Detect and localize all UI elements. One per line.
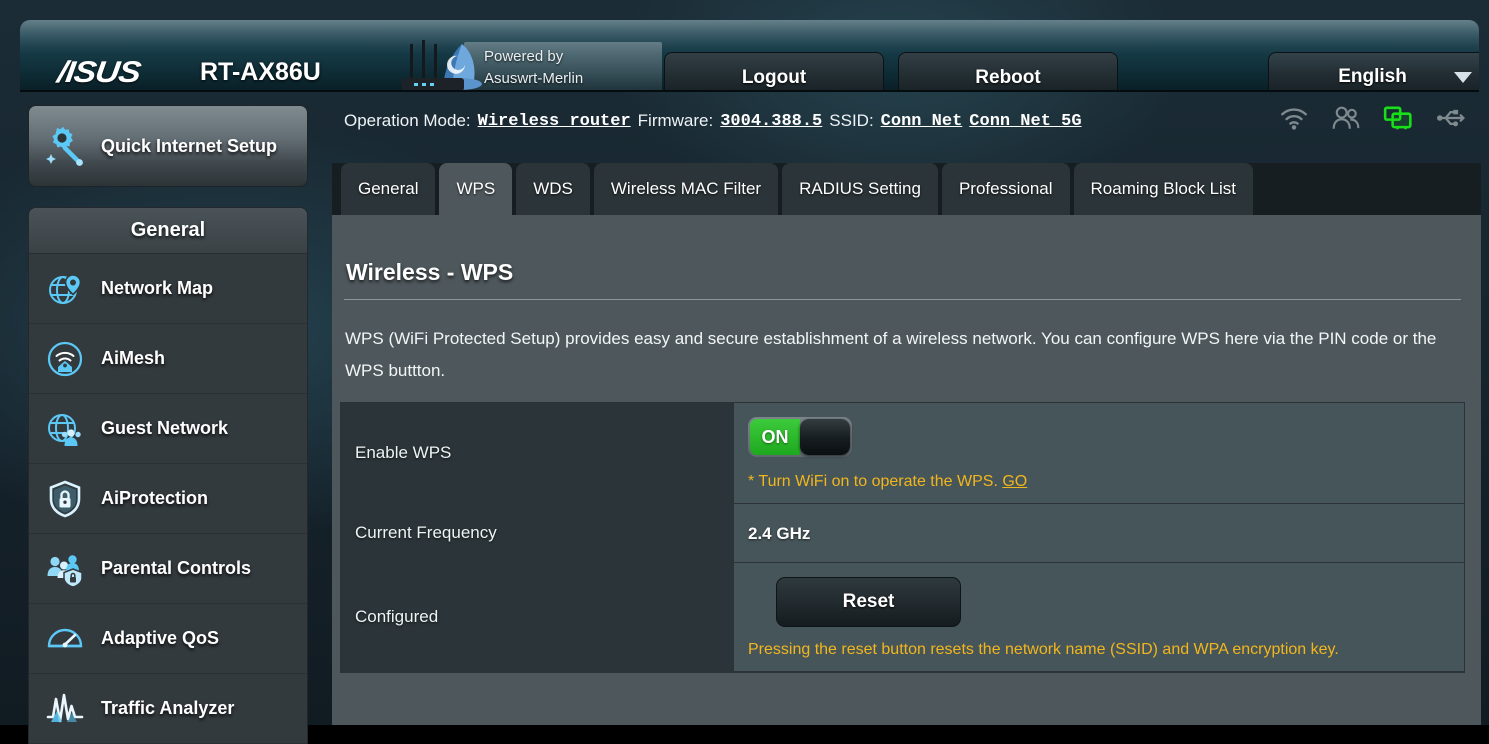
title-divider <box>344 299 1461 300</box>
tab-wireless-mac-filter[interactable]: Wireless MAC Filter <box>593 163 779 215</box>
quick-internet-setup-button[interactable]: Quick Internet Setup <box>28 105 308 187</box>
sidebar-item-parental-controls[interactable]: Parental Controls <box>29 534 307 604</box>
wifi-icon[interactable] <box>1279 105 1309 131</box>
reboot-button[interactable]: Reboot <box>898 52 1118 92</box>
sidebar-item-label: Guest Network <box>101 418 229 438</box>
configured-label: Configured <box>341 563 733 671</box>
configured-value-cell: Reset Pressing the reset button resets t… <box>733 563 1464 671</box>
sidebar-item-adaptive-qos[interactable]: Adaptive QoS <box>29 604 307 674</box>
enable-wps-label: Enable WPS <box>341 403 733 503</box>
language-dropdown[interactable]: English <box>1268 52 1479 92</box>
reset-button[interactable]: Reset <box>776 577 961 627</box>
aimesh-icon <box>47 341 83 376</box>
tab-wps[interactable]: WPS <box>439 163 513 215</box>
content-panel: Wireless - WPS WPS (WiFi Protected Setup… <box>332 215 1481 725</box>
toggle-knob <box>800 419 850 455</box>
firmware-label: Firmware: <box>637 111 714 130</box>
firmware-version-value[interactable]: 3004.388.5 <box>720 112 822 131</box>
clients-icon[interactable] <box>1331 105 1361 131</box>
ssid-5ghz-value[interactable]: Conn Net 5G <box>969 112 1081 131</box>
sidebar-item-network-map[interactable]: Network Map <box>29 254 307 324</box>
sidebar-item-label: Network Map <box>101 278 214 298</box>
chevron-down-icon <box>1454 71 1472 83</box>
quick-setup-wizard-icon <box>46 126 83 166</box>
sidebar-menu: General Network Map AiMesh Guest Network… <box>28 207 308 744</box>
table-row-current-frequency: Current Frequency 2.4 GHz <box>341 504 1464 563</box>
page-description: WPS (WiFi Protected Setup) provides easy… <box>345 329 1437 380</box>
quick-setup-label: Quick Internet Setup <box>101 135 278 156</box>
network-map-icon <box>49 273 82 304</box>
operation-mode-label: Operation Mode: <box>344 111 471 130</box>
tab-radius-setting[interactable]: RADIUS Setting <box>782 163 938 215</box>
status-icon-tray <box>1279 105 1465 131</box>
merlin-text: Powered by Asuswrt-Merlin <box>484 46 654 90</box>
wifi-go-link[interactable]: GO <box>1002 473 1027 490</box>
sidebar-item-label: Parental Controls <box>101 558 252 578</box>
ssid-24ghz-value[interactable]: Conn Net <box>881 112 963 131</box>
traffic-analyzer-icon <box>46 693 84 722</box>
asuswrt-merlin-badge: Powered by Asuswrt-Merlin <box>392 40 662 92</box>
parental-controls-icon <box>47 554 83 588</box>
powered-by-line-1: Powered by <box>484 48 564 65</box>
sidebar-item-label: AiProtection <box>101 488 209 508</box>
current-frequency-value-cell: 2.4 GHz <box>733 504 1464 562</box>
operation-mode-value[interactable]: Wireless router <box>478 112 631 131</box>
sidebar-item-label: Traffic Analyzer <box>101 698 235 718</box>
header-banner: /ISUS RT-AX86U Powered by Asuswrt-Merlin… <box>20 20 1479 92</box>
ssid-label: SSID: <box>829 111 874 130</box>
sidebar-item-traffic-analyzer[interactable]: Traffic Analyzer <box>29 674 307 744</box>
tab-general[interactable]: General <box>341 163 436 215</box>
enable-wps-value-cell: ON * Turn WiFi on to operate the WPS. GO <box>733 403 1464 503</box>
asus-logo: /ISUS <box>55 56 143 89</box>
powered-by-line-2: Asuswrt-Merlin <box>484 70 584 87</box>
sidebar-item-label: Adaptive QoS <box>101 628 220 648</box>
toggle-on-label: ON <box>750 419 800 455</box>
reset-warning-note: Pressing the reset button resets the net… <box>748 641 1339 658</box>
tab-roaming-block-list[interactable]: Roaming Block List <box>1073 163 1254 215</box>
sidebar-item-aiprotection[interactable]: AiProtection <box>29 464 307 534</box>
lan-monitor-icon[interactable] <box>1383 105 1413 131</box>
sidebar-item-aimesh[interactable]: AiMesh <box>29 324 307 394</box>
usb-icon[interactable] <box>1435 105 1465 131</box>
tab-bar: General WPS WDS Wireless MAC Filter RADI… <box>332 163 1481 215</box>
status-bar: Operation Mode: Wireless router Firmware… <box>344 106 1082 136</box>
language-label: English <box>1338 66 1407 87</box>
page-background: /ISUS RT-AX86U Powered by Asuswrt-Merlin… <box>0 0 1489 744</box>
wifi-hint: * Turn WiFi on to operate the WPS. GO <box>748 473 1464 491</box>
guest-network-icon <box>48 413 81 446</box>
tab-wds[interactable]: WDS <box>516 163 590 215</box>
table-row-configured: Configured Reset Pressing the reset butt… <box>341 563 1464 671</box>
wps-settings-table: Enable WPS ON * Turn WiFi on to operate … <box>340 402 1465 673</box>
sidebar: Quick Internet Setup General Network Map <box>28 105 308 744</box>
wifi-hint-text: * Turn WiFi on to operate the WPS. <box>748 473 1003 490</box>
sidebar-item-guest-network[interactable]: Guest Network <box>29 394 307 464</box>
current-frequency-label: Current Frequency <box>341 504 733 562</box>
table-row-enable-wps: Enable WPS ON * Turn WiFi on to operate … <box>341 403 1464 504</box>
sidebar-section-title: General <box>29 208 307 254</box>
tab-professional[interactable]: Professional <box>941 163 1070 215</box>
header-sheen <box>20 20 1479 46</box>
adaptive-qos-icon <box>47 628 83 647</box>
page-title: Wireless - WPS <box>346 259 514 285</box>
aiprotection-icon <box>49 480 81 517</box>
router-model-name: RT-AX86U <box>200 58 321 86</box>
sidebar-item-label: AiMesh <box>101 348 166 368</box>
current-frequency-value: 2.4 GHz <box>748 524 811 543</box>
enable-wps-toggle[interactable]: ON <box>748 417 852 457</box>
logout-button[interactable]: Logout <box>664 52 884 92</box>
